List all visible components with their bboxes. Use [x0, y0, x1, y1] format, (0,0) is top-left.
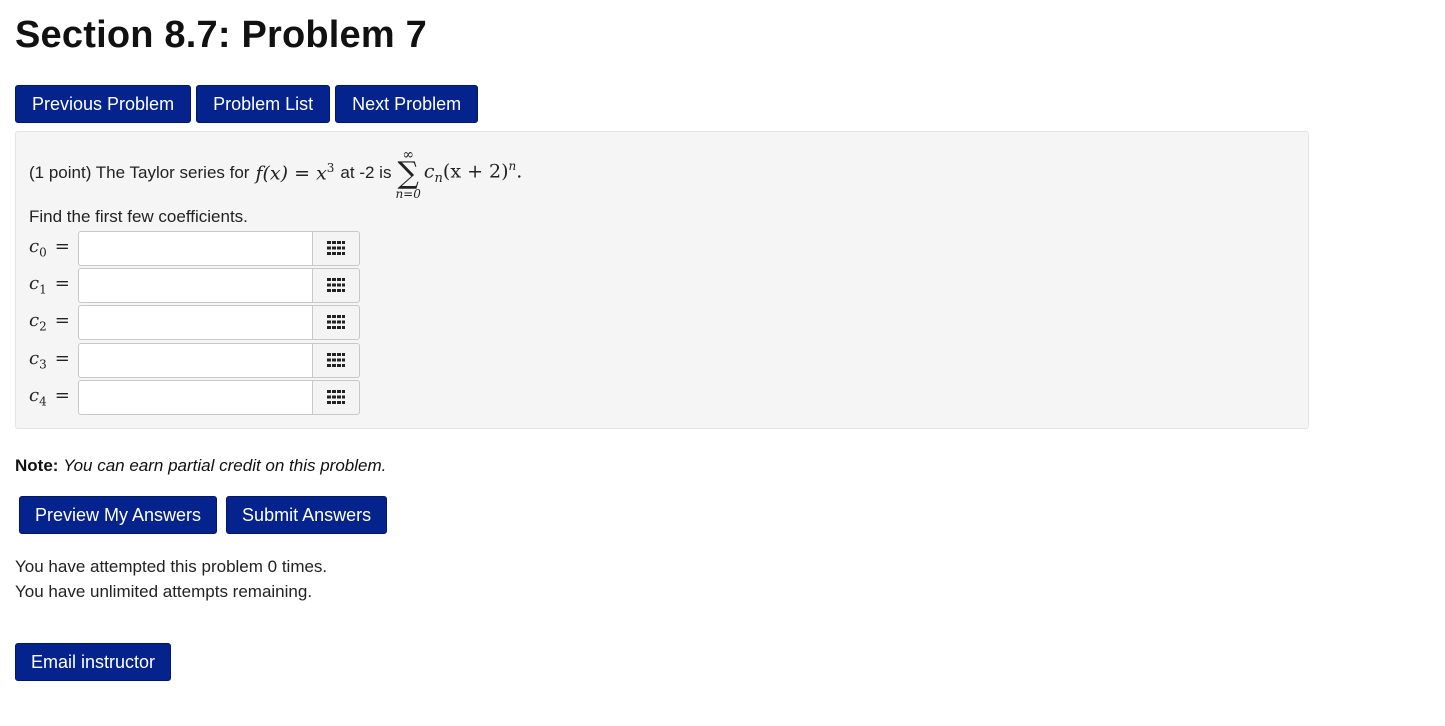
- previous-problem-button[interactable]: Previous Problem: [15, 85, 192, 123]
- sum-lower-limit: n=0: [395, 187, 421, 201]
- equation-editor-button[interactable]: [312, 230, 360, 266]
- coefficient-label: c1 =: [29, 273, 70, 297]
- at-text: at -2 is: [340, 163, 392, 182]
- series-term: cn(x + 2)n.: [424, 159, 522, 186]
- problem-statement: (1 point) The Taylor series for f(x) = x…: [29, 147, 522, 201]
- equation-editor-button[interactable]: [312, 379, 360, 415]
- summation-symbol: ∞ ∑ n=0: [395, 147, 421, 201]
- coefficient-row-2: c2 =: [29, 304, 360, 340]
- coefficient-row-0: c0 =: [29, 230, 360, 266]
- function-lhs: f(x): [255, 162, 289, 185]
- submit-answers-button[interactable]: Submit Answers: [226, 496, 388, 534]
- note-label: Note:: [15, 456, 59, 475]
- function-rhs: x: [316, 162, 327, 185]
- coefficient-label: c3 =: [29, 348, 70, 372]
- answer-actions: Preview My Answers Submit Answers: [19, 496, 388, 534]
- answer-input-c2[interactable]: [78, 304, 312, 340]
- grid-icon: [327, 315, 345, 329]
- coefficient-label: c0 =: [29, 236, 70, 260]
- instruction-text: Find the first few coefficients.: [29, 207, 248, 226]
- preview-answers-button[interactable]: Preview My Answers: [19, 496, 218, 534]
- grid-icon: [327, 278, 345, 292]
- attempts-remaining-text: You have unlimited attempts remaining.: [15, 582, 313, 601]
- email-instructor-button[interactable]: Email instructor: [15, 643, 172, 681]
- grid-icon: [327, 390, 345, 404]
- equation-editor-button[interactable]: [312, 267, 360, 303]
- page-title: Section 8.7: Problem 7: [15, 14, 427, 56]
- attempts-info: You have attempted this problem 0 times.…: [15, 554, 327, 604]
- coefficient-label: c2 =: [29, 310, 70, 334]
- coefficient-row-3: c3 =: [29, 342, 360, 378]
- coefficient-label: c4 =: [29, 385, 70, 409]
- answer-input-c0[interactable]: [78, 230, 312, 266]
- partial-credit-note: Note: You can earn partial credit on thi…: [15, 456, 386, 476]
- term-paren: (x + 2): [442, 160, 509, 183]
- answer-input-c1[interactable]: [78, 267, 312, 303]
- grid-icon: [327, 353, 345, 367]
- problem-navigation: Previous Problem Problem List Next Probl…: [15, 85, 479, 123]
- statement-prefix: (1 point) The Taylor series for: [29, 163, 250, 182]
- function-expression: f(x) = x3: [255, 161, 335, 185]
- term-end: .: [516, 160, 523, 183]
- problem-panel: (1 point) The Taylor series for f(x) = x…: [15, 131, 1309, 429]
- attempts-count-text: You have attempted this problem 0 times.: [15, 557, 328, 576]
- coefficient-row-4: c4 =: [29, 379, 360, 415]
- coefficient-row-1: c1 =: [29, 267, 360, 303]
- term-base: c: [423, 160, 435, 183]
- function-exponent: 3: [326, 161, 335, 176]
- next-problem-button[interactable]: Next Problem: [335, 85, 479, 123]
- note-text: You can earn partial credit on this prob…: [63, 456, 387, 475]
- problem-list-button[interactable]: Problem List: [196, 85, 331, 123]
- grid-icon: [327, 241, 345, 255]
- answer-input-c4[interactable]: [78, 379, 312, 415]
- answer-input-c3[interactable]: [78, 342, 312, 378]
- equation-editor-button[interactable]: [312, 342, 360, 378]
- term-subscript: n: [434, 171, 443, 187]
- equation-editor-button[interactable]: [312, 304, 360, 340]
